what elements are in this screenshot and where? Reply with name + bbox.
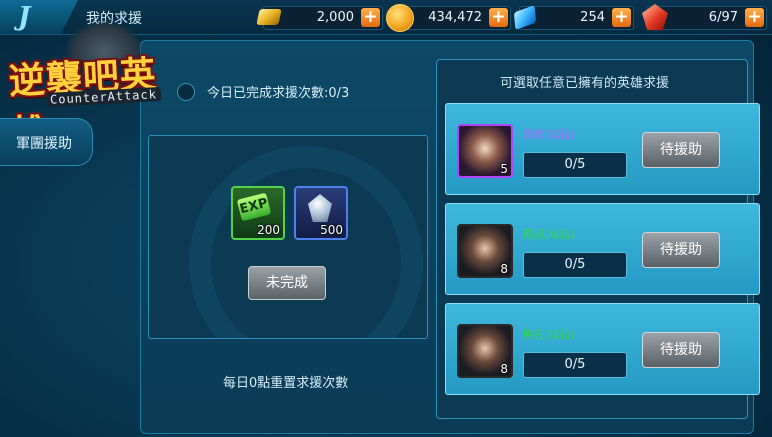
coin-resource: 434,472 + [386, 4, 511, 32]
incomplete-button[interactable]: 未完成 [248, 266, 326, 300]
exp-icon: EXP [236, 192, 272, 222]
gold-bar-icon [256, 9, 282, 25]
counter-indicator-icon [177, 83, 195, 101]
hero-level: 5 [500, 162, 508, 176]
hero-portrait[interactable]: 5 [457, 124, 513, 178]
exp-amount: 200 [257, 223, 280, 237]
hero-progress-bar: 0/5 [523, 352, 627, 378]
stamina-resource: 6/97 + [642, 4, 767, 30]
hero-list-title: 可選取任意已擁有的英雄求援 [500, 76, 670, 91]
progress-text: 0/5 [564, 357, 586, 372]
hero-progress-bar: 0/5 [523, 252, 627, 278]
hero-name: 無名(魂石) [522, 328, 575, 341]
progress-text: 0/5 [564, 257, 586, 272]
gold-value: 2,000 [316, 10, 354, 25]
add-gold-button[interactable]: + [361, 8, 380, 27]
await-aid-button[interactable]: 待援助 [642, 232, 720, 268]
shard-amount: 500 [320, 223, 343, 237]
swirl-decoration [189, 146, 423, 338]
stamina-value: 6/97 [708, 10, 738, 25]
game-logo: 逆襲吧英雄 CounterAttack [2, 20, 192, 155]
hero-name: 賈詡(魂石) [522, 228, 575, 241]
hero-name: 龐統(魂石) [522, 128, 575, 141]
hero-card: 8 賈詡(魂石) 0/5 待援助 [445, 203, 760, 295]
hero-level: 8 [500, 262, 508, 276]
crystal-resource: 254 + [513, 4, 634, 31]
hero-portrait[interactable]: 8 [457, 324, 513, 378]
hero-level: 8 [500, 362, 508, 376]
hero-card: 5 龐統(魂石) 0/5 待援助 [445, 103, 760, 195]
add-stamina-button[interactable]: + [745, 8, 764, 27]
exp-reward-item[interactable]: EXP 200 [231, 186, 285, 240]
reward-box: EXP 200 500 [148, 135, 428, 339]
coin-icon [386, 4, 414, 32]
await-aid-button[interactable]: 待援助 [642, 132, 720, 168]
sidebar-item-label: 軍團援助 [16, 136, 72, 152]
gold-resource: 2,000 + [256, 6, 383, 30]
hero-card: 8 無名(魂石) 0/5 待援助 [445, 303, 760, 395]
reset-note: 每日0點重置求援次數 [223, 376, 349, 391]
crystal-value: 254 [580, 10, 605, 25]
shard-icon [308, 194, 332, 222]
request-count: 今日已完成求援次數:0/3 [207, 86, 350, 101]
hero-progress-bar: 0/5 [523, 152, 627, 178]
await-aid-button[interactable]: 待援助 [642, 332, 720, 368]
add-crystal-button[interactable]: + [612, 8, 631, 27]
shard-reward-item[interactable]: 500 [294, 186, 348, 240]
coin-value: 434,472 [428, 10, 482, 25]
sidebar-item-legion-aid[interactable]: 軍團援助 [0, 118, 93, 166]
add-coin-button[interactable]: + [489, 8, 508, 27]
hero-portrait[interactable]: 8 [457, 224, 513, 278]
progress-text: 0/5 [564, 157, 586, 172]
